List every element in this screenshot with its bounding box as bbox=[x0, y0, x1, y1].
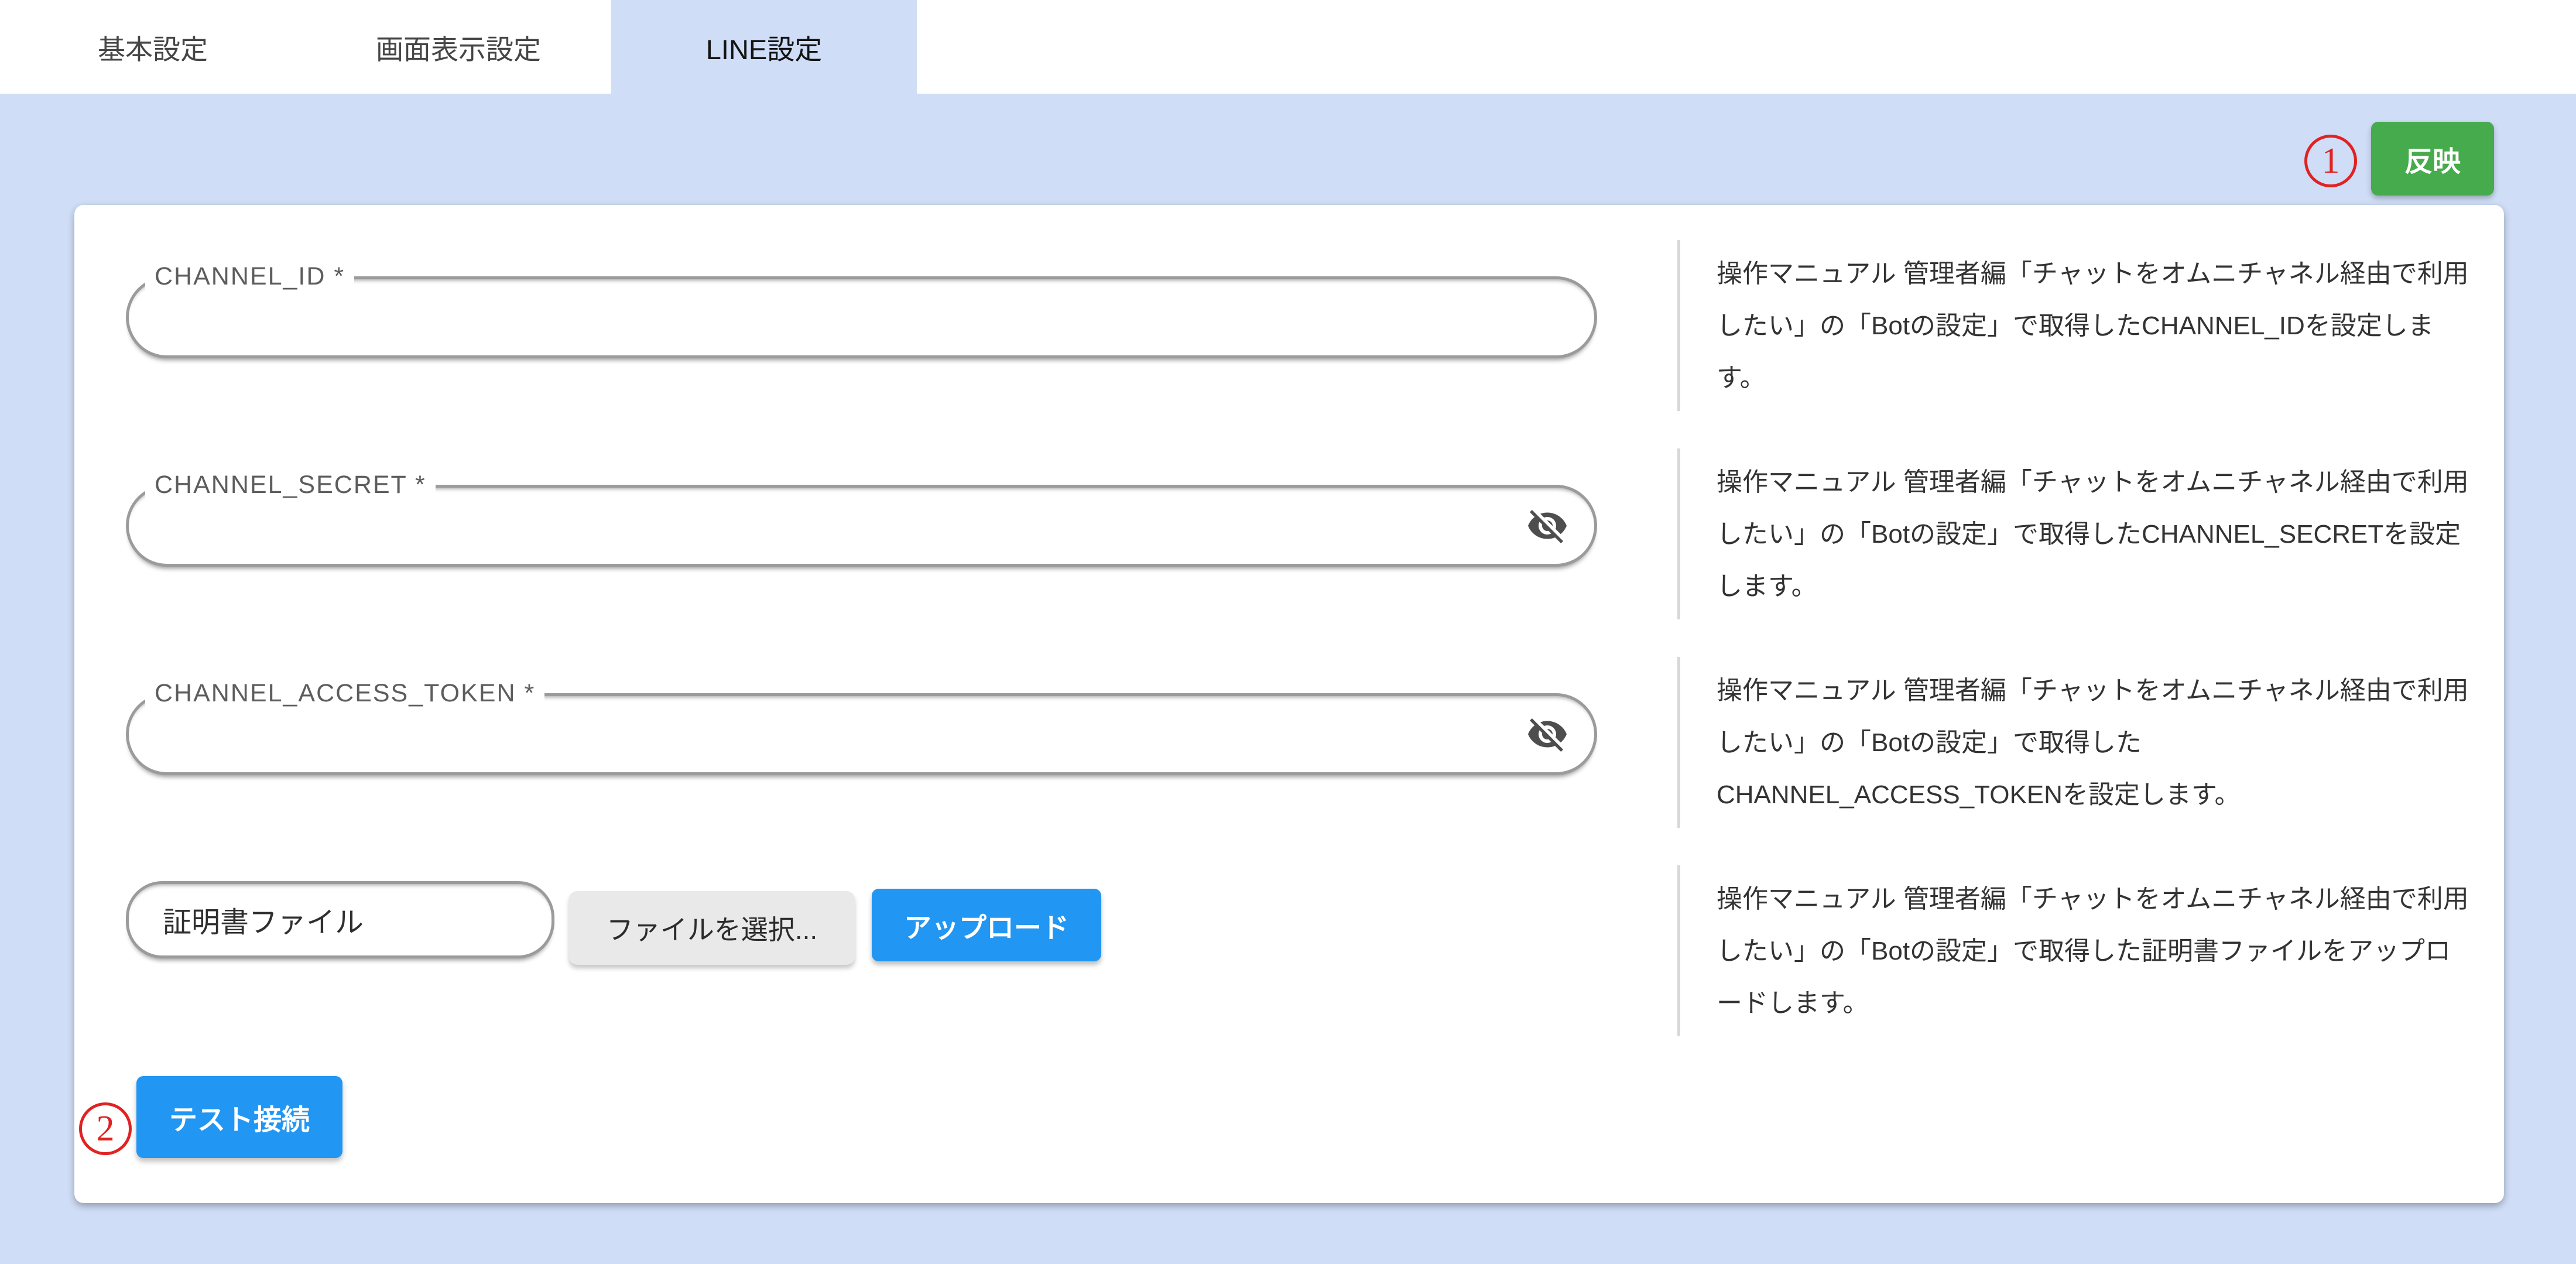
channel-access-token-input[interactable] bbox=[161, 701, 1498, 768]
channel-access-token-help-text: 操作マニュアル 管理者編「チャットをオムニチャネル経由で利用 したい」の「Bot… bbox=[1717, 664, 2469, 821]
step-annotation-2-number: 2 bbox=[97, 1111, 115, 1147]
tab-display-settings[interactable]: 画面表示設定 bbox=[306, 0, 611, 94]
content-area: 1 反映 CHANNEL_ID * 操作マニュアル 管理者編「チャットをオムニチ… bbox=[0, 94, 2576, 1264]
channel-secret-field[interactable]: CHANNEL_SECRET * bbox=[126, 485, 1597, 567]
tab-line-settings[interactable]: LINE設定 bbox=[611, 0, 917, 94]
step-annotation-1-number: 1 bbox=[2322, 143, 2340, 179]
channel-access-token-help: 操作マニュアル 管理者編「チャットをオムニチャネル経由で利用 したい」の「Bot… bbox=[1677, 657, 2495, 828]
channel-secret-help: 操作マニュアル 管理者編「チャットをオムニチャネル経由で利用 したい」の「Bot… bbox=[1677, 448, 2495, 619]
channel-id-input[interactable] bbox=[161, 284, 1498, 351]
channel-access-token-field[interactable]: CHANNEL_ACCESS_TOKEN * bbox=[126, 693, 1597, 775]
certificate-file-field[interactable]: 証明書ファイル bbox=[126, 881, 554, 958]
channel-id-field[interactable]: CHANNEL_ID * bbox=[126, 276, 1597, 358]
channel-id-help-text: 操作マニュアル 管理者編「チャットをオムニチャネル経由で利用 したい」の「Bot… bbox=[1717, 248, 2469, 404]
visibility-off-icon bbox=[1526, 713, 1568, 755]
step-annotation-1: 1 bbox=[2304, 135, 2357, 187]
visibility-off-icon bbox=[1526, 505, 1568, 547]
certificate-help: 操作マニュアル 管理者編「チャットをオムニチャネル経由で利用 したい」の「Bot… bbox=[1677, 865, 2495, 1036]
upload-button[interactable]: アップロード bbox=[872, 889, 1101, 961]
step-annotation-2: 2 bbox=[79, 1102, 132, 1155]
certificate-help-text: 操作マニュアル 管理者編「チャットをオムニチャネル経由で利用 したい」の「Bot… bbox=[1717, 873, 2469, 1029]
settings-tabbar: 基本設定 画面表示設定 LINE設定 bbox=[0, 0, 2576, 94]
channel-secret-visibility-toggle[interactable] bbox=[1525, 503, 1570, 548]
channel-secret-help-text: 操作マニュアル 管理者編「チャットをオムニチャネル経由で利用 したい」の「Bot… bbox=[1717, 456, 2469, 612]
settings-card: CHANNEL_ID * 操作マニュアル 管理者編「チャットをオムニチャネル経由… bbox=[74, 205, 2504, 1203]
tab-basic-settings[interactable]: 基本設定 bbox=[0, 0, 306, 94]
channel-access-token-visibility-toggle[interactable] bbox=[1525, 712, 1570, 756]
test-connection-button[interactable]: テスト接続 bbox=[136, 1076, 342, 1158]
channel-secret-input[interactable] bbox=[161, 492, 1498, 559]
apply-button[interactable]: 反映 bbox=[2371, 122, 2494, 196]
file-select-button[interactable]: ファイルを選択... bbox=[569, 891, 855, 965]
certificate-file-label: 証明書ファイル bbox=[163, 899, 364, 941]
channel-id-help: 操作マニュアル 管理者編「チャットをオムニチャネル経由で利用 したい」の「Bot… bbox=[1677, 240, 2495, 411]
